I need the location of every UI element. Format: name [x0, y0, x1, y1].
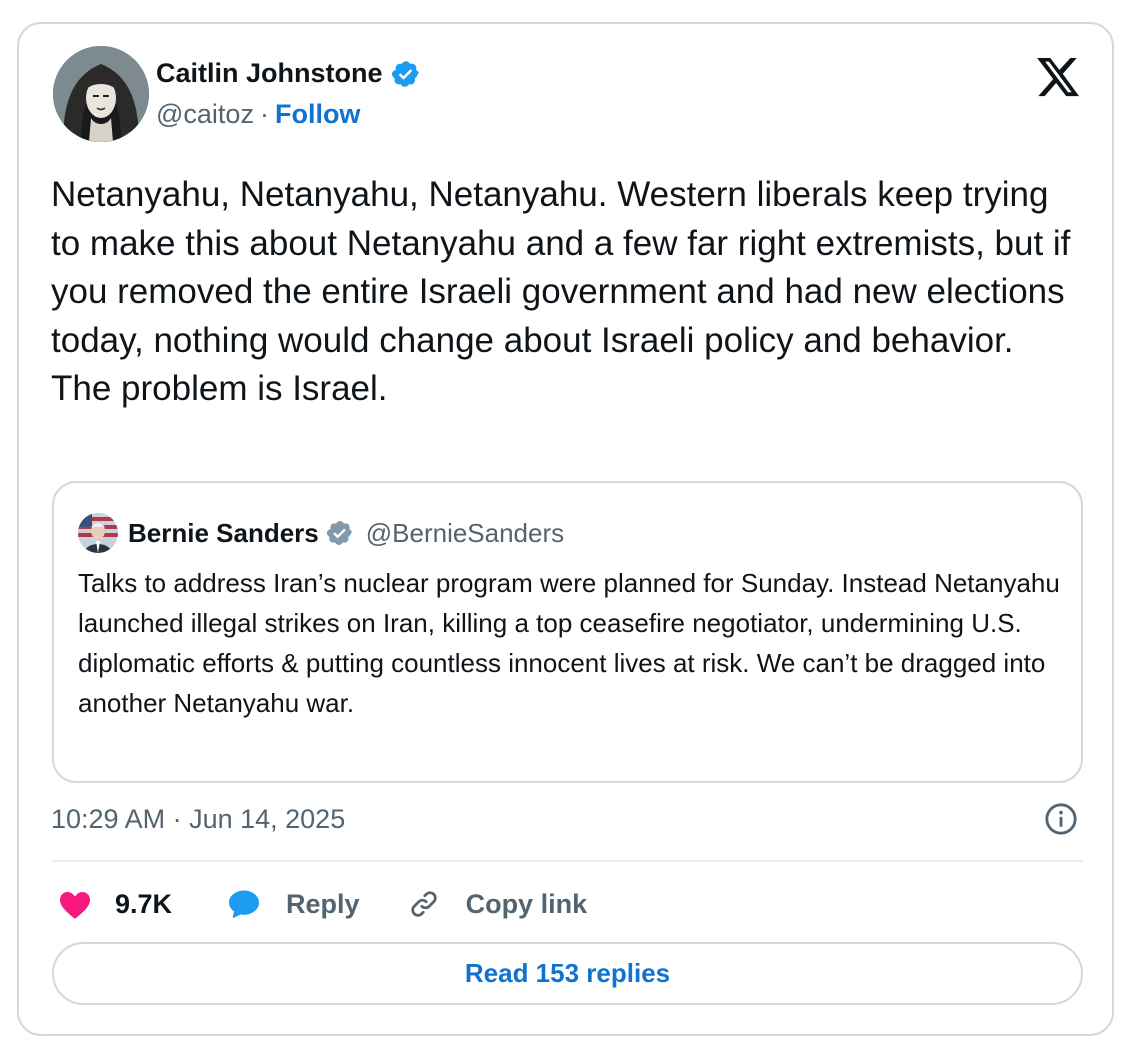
heart-icon	[60, 892, 90, 919]
separator-dot: ·	[259, 99, 269, 129]
quoted-author-avatar[interactable]	[78, 513, 118, 553]
read-replies-button[interactable]: Read 153 replies	[52, 942, 1083, 1005]
copy-link-label: Copy link	[465, 888, 588, 919]
divider	[52, 860, 1083, 862]
author-handle[interactable]: @caitoz	[156, 99, 254, 130]
reply-label: Reply	[286, 888, 360, 919]
author-avatar-image	[53, 46, 149, 142]
link-icon	[410, 891, 437, 917]
copy-link-button[interactable]: Copy link	[406, 886, 588, 922]
author-name[interactable]: Caitlin Johnstone	[156, 58, 383, 89]
quoted-author-name[interactable]: Bernie Sanders	[128, 518, 319, 549]
author-subline: @caitoz · Follow	[156, 99, 421, 130]
author-name-row: Caitlin Johnstone	[156, 58, 421, 89]
verified-badge-icon	[391, 60, 419, 87]
quoted-author-handle[interactable]: @BernieSanders	[366, 518, 564, 549]
gray-verified-badge-icon	[326, 521, 352, 545]
author-block: Caitlin Johnstone @caitoz · Follow	[156, 58, 421, 130]
quoted-tweet-text: Talks to address Iran’s nuclear program …	[78, 568, 1060, 718]
speech-bubble-icon	[229, 890, 260, 918]
reply-button[interactable]: Reply	[226, 886, 360, 922]
tweet-text: Netanyahu, Netanyahu, Netanyahu. Western…	[51, 175, 1081, 408]
like-count: 9.7K	[115, 888, 173, 919]
info-icon[interactable]	[1044, 802, 1078, 836]
quoted-author-avatar-image	[78, 513, 118, 553]
quoted-tweet-header: Bernie Sanders @BernieSanders	[78, 513, 564, 553]
like-button[interactable]: 9.7K	[57, 886, 172, 922]
author-avatar[interactable]	[53, 46, 149, 142]
quoted-tweet[interactable]: Bernie Sanders @BernieSanders Talks to a…	[52, 481, 1083, 783]
x-logo-icon[interactable]	[1036, 58, 1082, 98]
tweet-card: Caitlin Johnstone @caitoz · Follow Netan…	[17, 22, 1114, 1036]
tweet-timestamp[interactable]: 10:29 AM · Jun 14, 2025	[51, 804, 345, 835]
action-bar: 9.7K Reply Copy link	[57, 882, 587, 926]
follow-button[interactable]: Follow	[275, 99, 360, 130]
